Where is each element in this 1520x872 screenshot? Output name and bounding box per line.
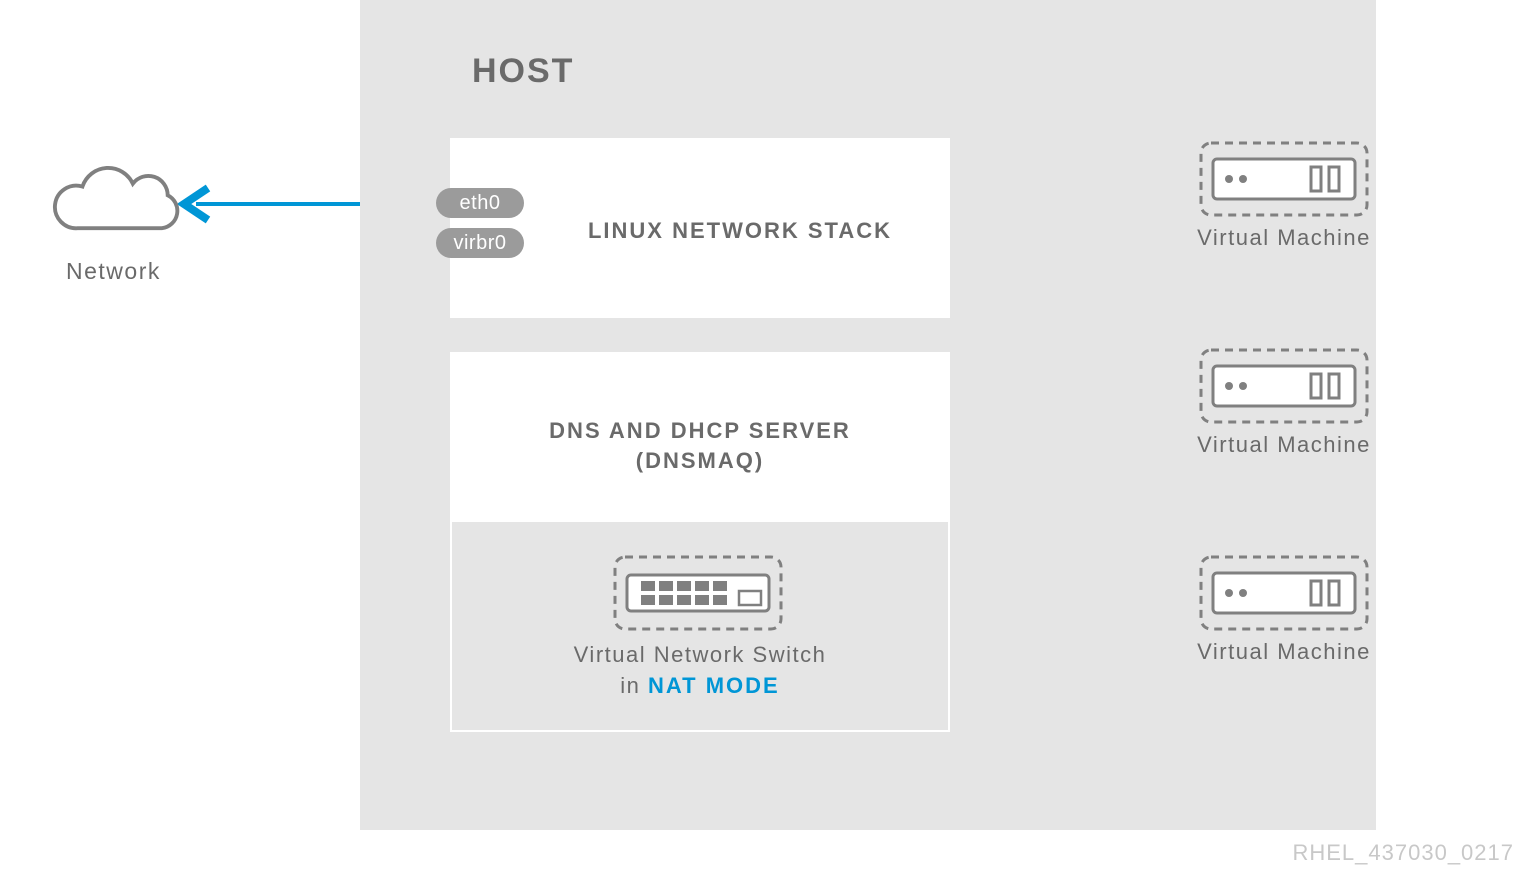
switch-line2-mode: NAT MODE <box>648 673 780 698</box>
diagram-stage: HOST Network eth0 virbr0 LINUX NETWORK S… <box>0 0 1520 872</box>
virtual-switch-label: Virtual Network Switch in NAT MODE <box>450 640 950 702</box>
eth0-tag: eth0 <box>436 188 524 218</box>
network-label: Network <box>66 258 161 285</box>
virtual-machine-2: Virtual Machine <box>1174 348 1394 468</box>
dns-line2: (DNSMAQ) <box>636 448 764 473</box>
vm2-label: Virtual Machine <box>1174 432 1394 458</box>
virbr0-tag: virbr0 <box>436 228 524 258</box>
dns-dhcp-label: DNS AND DHCP SERVER (DNSMAQ) <box>450 416 950 475</box>
virtual-machine-1: Virtual Machine <box>1174 141 1394 261</box>
virtual-machine-3: Virtual Machine <box>1174 555 1394 675</box>
vm1-label: Virtual Machine <box>1174 225 1394 251</box>
server-icon <box>1199 348 1369 424</box>
linux-stack-label: LINUX NETWORK STACK <box>550 218 930 244</box>
cloud-icon <box>34 164 189 244</box>
vm3-label: Virtual Machine <box>1174 639 1394 665</box>
dns-line1: DNS AND DHCP SERVER <box>549 418 851 443</box>
footer-reference: RHEL_437030_0217 <box>1292 840 1514 866</box>
switch-line2-prefix: in <box>620 673 648 698</box>
host-title: HOST <box>472 52 574 91</box>
server-icon <box>1199 141 1369 217</box>
switch-line1: Virtual Network Switch <box>574 642 827 667</box>
server-icon <box>1199 555 1369 631</box>
network-switch-icon <box>613 555 783 631</box>
